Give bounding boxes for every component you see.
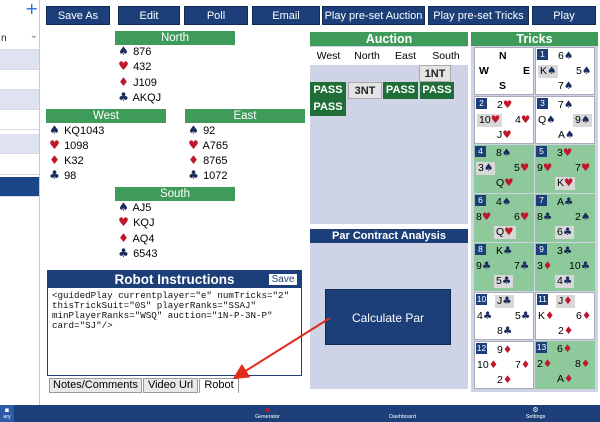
dashboard-icon: [365, 405, 440, 414]
diary-icon: ▪: [4, 406, 10, 414]
nav-diary[interactable]: ▪ ary: [0, 405, 14, 422]
nav-generator[interactable]: ◆ Generator: [230, 405, 305, 422]
nav-settings[interactable]: ⚙ Settings: [498, 405, 573, 422]
annotation-arrow: [232, 317, 331, 380]
bottom-navigation: ▪ ary ◆ Generator Dashboard ⚙ Settings: [0, 405, 600, 422]
generator-icon: ◆: [264, 406, 271, 414]
nav-dashboard[interactable]: Dashboard: [365, 405, 440, 422]
gear-icon: ⚙: [532, 406, 539, 414]
